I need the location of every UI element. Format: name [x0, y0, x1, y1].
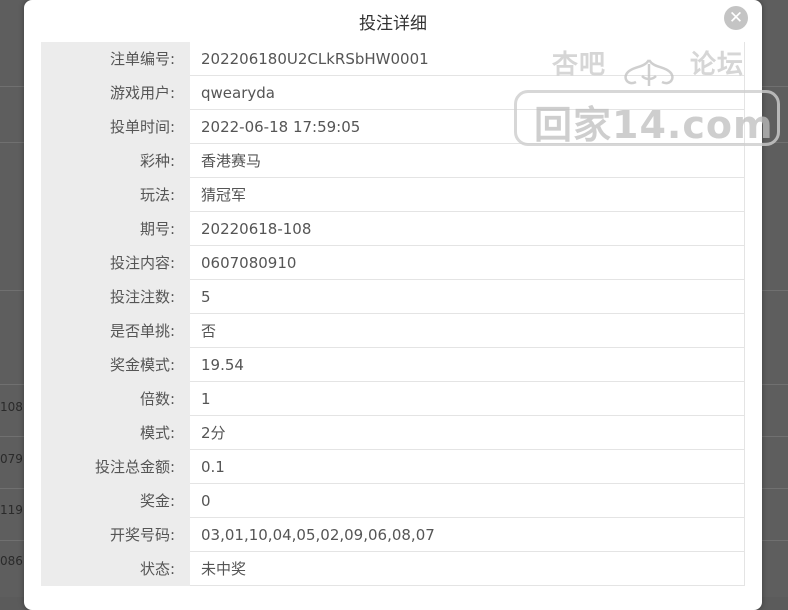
- detail-label: 状态:: [41, 551, 190, 586]
- detail-label: 彩种:: [41, 143, 190, 178]
- detail-row: 投单时间: 2022-06-18 17:59:05: [41, 109, 745, 144]
- detail-row: 奖金模式: 19.54: [41, 347, 745, 382]
- detail-row: 投注内容: 0607080910: [41, 245, 745, 280]
- detail-label: 注单编号:: [41, 42, 190, 76]
- detail-value: 香港赛马: [190, 143, 745, 178]
- detail-row: 投注注数: 5: [41, 279, 745, 314]
- detail-value: 0607080910: [190, 245, 745, 280]
- detail-value: 03,01,10,04,05,02,09,06,08,07: [190, 517, 745, 552]
- bet-detail-dialog: 投注详细 ✕ 注单编号: 202206180U2CLkRSbHW0001 游戏用户:…: [24, 0, 762, 610]
- detail-row: 模式: 2分: [41, 415, 745, 450]
- detail-value: 202206180U2CLkRSbHW0001: [190, 42, 745, 76]
- detail-row: 奖金: 0: [41, 483, 745, 518]
- detail-label: 游戏用户:: [41, 75, 190, 110]
- detail-label: 玩法:: [41, 177, 190, 212]
- detail-row: 游戏用户: qwearyda: [41, 75, 745, 110]
- detail-value: 2022-06-18 17:59:05: [190, 109, 745, 144]
- dialog-title: 投注详细: [359, 14, 427, 34]
- detail-value: 猜冠军: [190, 177, 745, 212]
- detail-value: 未中奖: [190, 551, 745, 586]
- detail-label: 投注总金额:: [41, 449, 190, 484]
- bg-cell-text: 119: [0, 503, 23, 517]
- detail-row: 投注总金额: 0.1: [41, 449, 745, 484]
- bg-cell-text: 108: [0, 400, 23, 414]
- detail-label: 倍数:: [41, 381, 190, 416]
- detail-label: 是否单挑:: [41, 313, 190, 348]
- bg-cell-text: 086: [0, 554, 23, 568]
- detail-row: 期号: 20220618-108: [41, 211, 745, 246]
- detail-value: 0: [190, 483, 745, 518]
- detail-value: qwearyda: [190, 75, 745, 110]
- detail-value: 19.54: [190, 347, 745, 382]
- detail-row: 玩法: 猜冠军: [41, 177, 745, 212]
- detail-label: 投注注数:: [41, 279, 190, 314]
- detail-value: 否: [190, 313, 745, 348]
- detail-row: 注单编号: 202206180U2CLkRSbHW0001: [41, 42, 745, 76]
- detail-row: 开奖号码: 03,01,10,04,05,02,09,06,08,07: [41, 517, 745, 552]
- detail-value: 2分: [190, 415, 745, 450]
- detail-value: 20220618-108: [190, 211, 745, 246]
- detail-value: 0.1: [190, 449, 745, 484]
- detail-label: 期号:: [41, 211, 190, 246]
- detail-row: 倍数: 1: [41, 381, 745, 416]
- close-button[interactable]: ✕: [724, 6, 748, 30]
- detail-row: 彩种: 香港赛马: [41, 143, 745, 178]
- close-icon: ✕: [728, 8, 744, 28]
- detail-table: 注单编号: 202206180U2CLkRSbHW0001 游戏用户: qwearyd…: [41, 42, 745, 586]
- bg-cell-text: 079: [0, 452, 23, 466]
- detail-label: 投注内容:: [41, 245, 190, 280]
- detail-label: 开奖号码:: [41, 517, 190, 552]
- detail-label: 奖金模式:: [41, 347, 190, 382]
- detail-label: 投单时间:: [41, 109, 190, 144]
- detail-label: 模式:: [41, 415, 190, 450]
- detail-value: 1: [190, 381, 745, 416]
- detail-row: 状态: 未中奖: [41, 551, 745, 586]
- detail-value: 5: [190, 279, 745, 314]
- detail-label: 奖金:: [41, 483, 190, 518]
- detail-row: 是否单挑: 否: [41, 313, 745, 348]
